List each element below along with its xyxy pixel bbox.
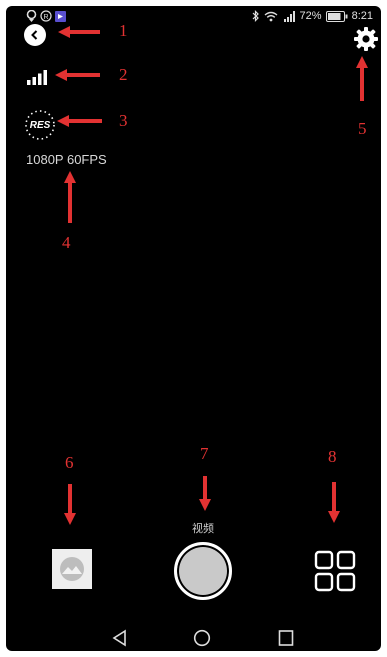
status-bar-left: R: [26, 10, 66, 22]
resolution-button[interactable]: RES: [23, 108, 57, 142]
cell-signal-icon: [283, 10, 295, 22]
bluetooth-icon: [252, 10, 259, 22]
back-button[interactable]: [24, 24, 46, 46]
back-arrow-icon: [31, 30, 38, 40]
circle-home-icon[interactable]: [193, 629, 211, 647]
gallery-button[interactable]: [52, 549, 92, 589]
clock-time: 8:21: [351, 10, 373, 22]
signal-strength-icon[interactable]: [26, 69, 50, 85]
location-icon: [26, 10, 37, 22]
battery-percent: 72%: [299, 10, 322, 22]
annotation-3: 3: [119, 111, 128, 130]
grid-icon[interactable]: [314, 550, 356, 592]
annotation-7: 7: [200, 444, 209, 463]
svg-text:R: R: [43, 14, 48, 21]
shutter-button[interactable]: [174, 542, 232, 600]
square-recents-icon[interactable]: [278, 629, 294, 647]
camera-screen: R 72% 8:21 RES 1080P 60FPS 视频: [6, 6, 381, 651]
resolution-badge: RES: [29, 119, 51, 131]
annotation-2: 2: [119, 65, 128, 84]
annotation-1: 1: [119, 21, 128, 40]
gallery-icon: [60, 557, 84, 581]
app-notification-icon: [55, 10, 66, 22]
resolution-text: 1080P 60FPS: [26, 152, 107, 167]
annotation-6: 6: [65, 453, 74, 472]
annotation-8: 8: [328, 447, 337, 466]
triangle-back-icon[interactable]: [112, 629, 128, 647]
status-bar-right: 72% 8:21: [252, 10, 373, 22]
registered-icon: R: [40, 10, 52, 22]
annotation-5: 5: [358, 119, 367, 138]
annotation-4: 4: [62, 233, 71, 252]
mode-label[interactable]: 视频: [192, 520, 214, 536]
wifi-icon: [264, 11, 277, 21]
gear-icon[interactable]: [353, 26, 379, 52]
battery-icon: [325, 10, 348, 22]
